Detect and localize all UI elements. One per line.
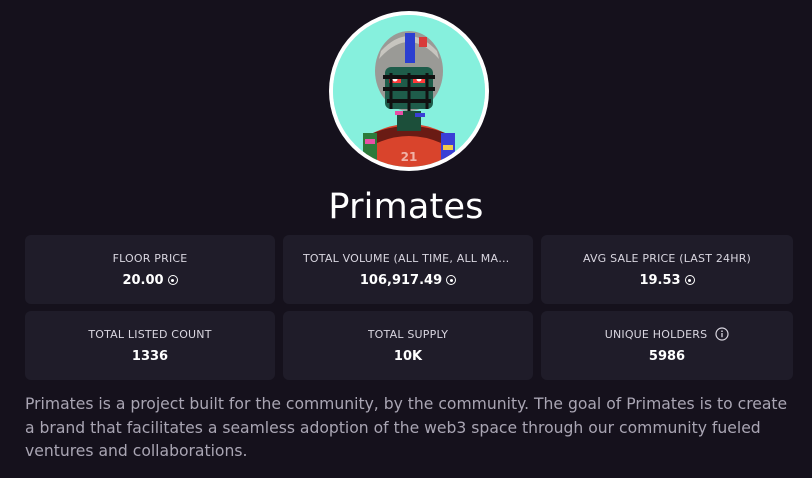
collection-page: 21 Primates FLOOR PRICE 20.00 TOTAL VOLU… — [0, 0, 812, 478]
stat-value: 20.00 — [122, 271, 178, 289]
solana-coin-icon — [684, 275, 695, 285]
avatar-image: 21 — [333, 15, 485, 167]
collection-title: Primates — [328, 187, 484, 227]
stat-card-total-supply: TOTAL SUPPLY 10K — [283, 311, 533, 380]
collection-avatar: 21 — [329, 11, 489, 171]
stat-card-unique-holders: UNIQUE HOLDERS 5986 — [541, 311, 793, 380]
stat-value: 5986 — [648, 348, 686, 364]
stat-card-total-listed: TOTAL LISTED COUNT 1336 — [25, 311, 275, 380]
solana-coin-icon — [446, 275, 457, 285]
stat-label: FLOOR PRICE — [112, 251, 188, 265]
solana-coin-icon — [167, 275, 178, 285]
collection-description: Primates is a project built for the comm… — [25, 395, 788, 460]
stat-label: TOTAL VOLUME (ALL TIME, ALL MARK... — [303, 251, 513, 265]
stat-value: 19.53 — [639, 271, 695, 289]
stat-label: UNIQUE HOLDERS — [605, 326, 730, 342]
stat-card-floor-price: FLOOR PRICE 20.00 — [25, 235, 275, 304]
primate-nft-image: 21 — [333, 15, 485, 167]
stat-label: AVG SALE PRICE (LAST 24HR) — [582, 251, 752, 265]
stat-value: 106,917.49 — [360, 271, 457, 289]
stat-value: 10K — [393, 348, 423, 364]
svg-text:21: 21 — [401, 150, 418, 164]
stat-label: TOTAL LISTED COUNT — [88, 327, 212, 341]
stat-card-total-volume: TOTAL VOLUME (ALL TIME, ALL MARK... 106,… — [283, 235, 533, 304]
stat-card-avg-sale-price: AVG SALE PRICE (LAST 24HR) 19.53 — [541, 235, 793, 304]
stat-value: 1336 — [131, 348, 169, 364]
info-icon[interactable] — [715, 327, 729, 341]
stats-grid: FLOOR PRICE 20.00 TOTAL VOLUME (ALL TIME… — [25, 235, 794, 380]
stat-label: TOTAL SUPPLY — [367, 327, 449, 341]
